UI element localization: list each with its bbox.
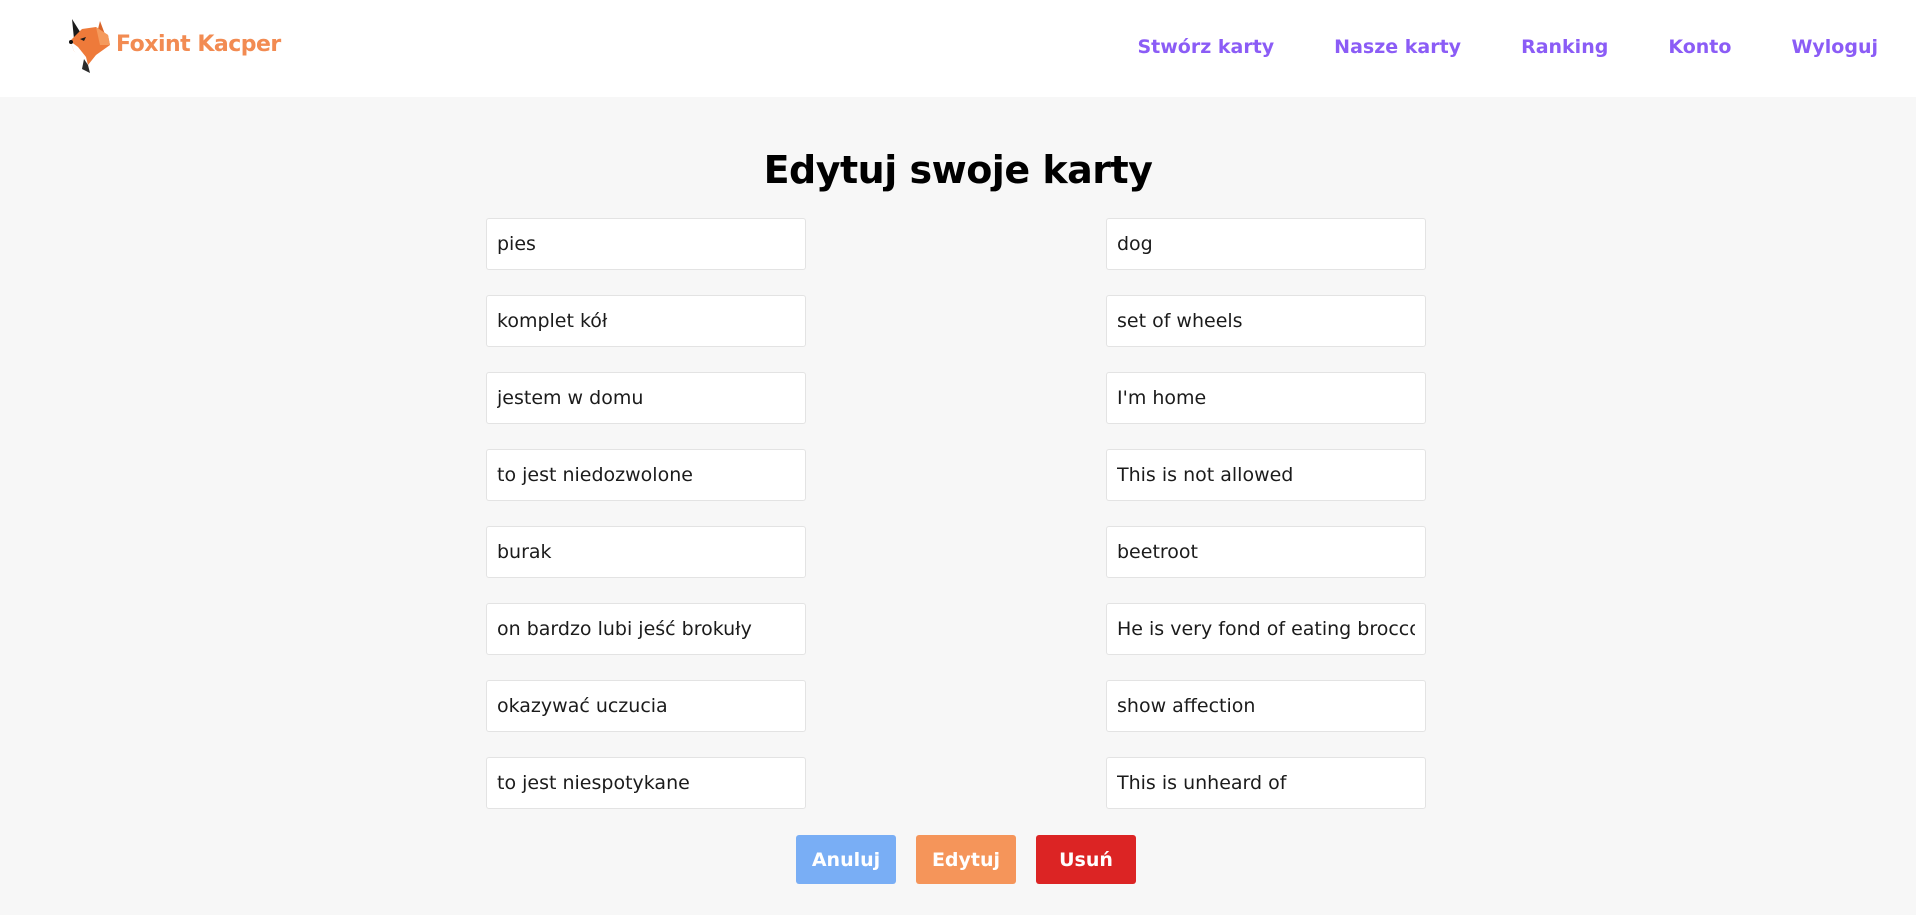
card-back-input[interactable] — [1106, 372, 1426, 424]
card-front-input[interactable] — [486, 372, 806, 424]
top-navbar: Foxint Kacper Stwórz karty Nasze karty R… — [0, 0, 1916, 97]
card-front-input[interactable] — [486, 603, 806, 655]
card-back-input[interactable] — [1106, 295, 1426, 347]
card-front-input[interactable] — [486, 295, 806, 347]
card-back-input[interactable] — [1106, 218, 1426, 270]
card-front-input[interactable] — [486, 449, 806, 501]
card-row — [0, 526, 1916, 578]
delete-button[interactable]: Usuń — [1036, 835, 1136, 884]
card-row — [0, 757, 1916, 809]
card-row — [0, 372, 1916, 424]
card-back-input[interactable] — [1106, 603, 1426, 655]
nav-create-cards[interactable]: Stwórz karty — [1137, 36, 1274, 58]
card-back-input[interactable] — [1106, 449, 1426, 501]
card-back-input[interactable] — [1106, 757, 1426, 809]
edit-button[interactable]: Edytuj — [916, 835, 1016, 884]
fox-logo-icon — [66, 15, 114, 73]
card-front-input[interactable] — [486, 218, 806, 270]
card-front-input[interactable] — [486, 526, 806, 578]
card-row — [0, 680, 1916, 732]
card-row — [0, 449, 1916, 501]
card-back-input[interactable] — [1106, 680, 1426, 732]
card-row — [0, 218, 1916, 270]
nav-account[interactable]: Konto — [1668, 36, 1731, 58]
page-title: Edytuj swoje karty — [763, 148, 1153, 192]
brand-logo-link[interactable]: Foxint Kacper — [66, 14, 281, 74]
card-row — [0, 295, 1916, 347]
card-front-input[interactable] — [486, 757, 806, 809]
nav-ranking[interactable]: Ranking — [1521, 36, 1608, 58]
form-actions: Anuluj Edytuj Usuń — [796, 835, 1136, 884]
nav-our-cards[interactable]: Nasze karty — [1334, 36, 1461, 58]
main-nav: Stwórz karty Nasze karty Ranking Konto W… — [1137, 36, 1878, 58]
brand-name: Foxint Kacper — [116, 31, 281, 57]
card-front-input[interactable] — [486, 680, 806, 732]
card-row — [0, 603, 1916, 655]
nav-logout[interactable]: Wyloguj — [1791, 36, 1878, 58]
card-back-input[interactable] — [1106, 526, 1426, 578]
cancel-button[interactable]: Anuluj — [796, 835, 896, 884]
